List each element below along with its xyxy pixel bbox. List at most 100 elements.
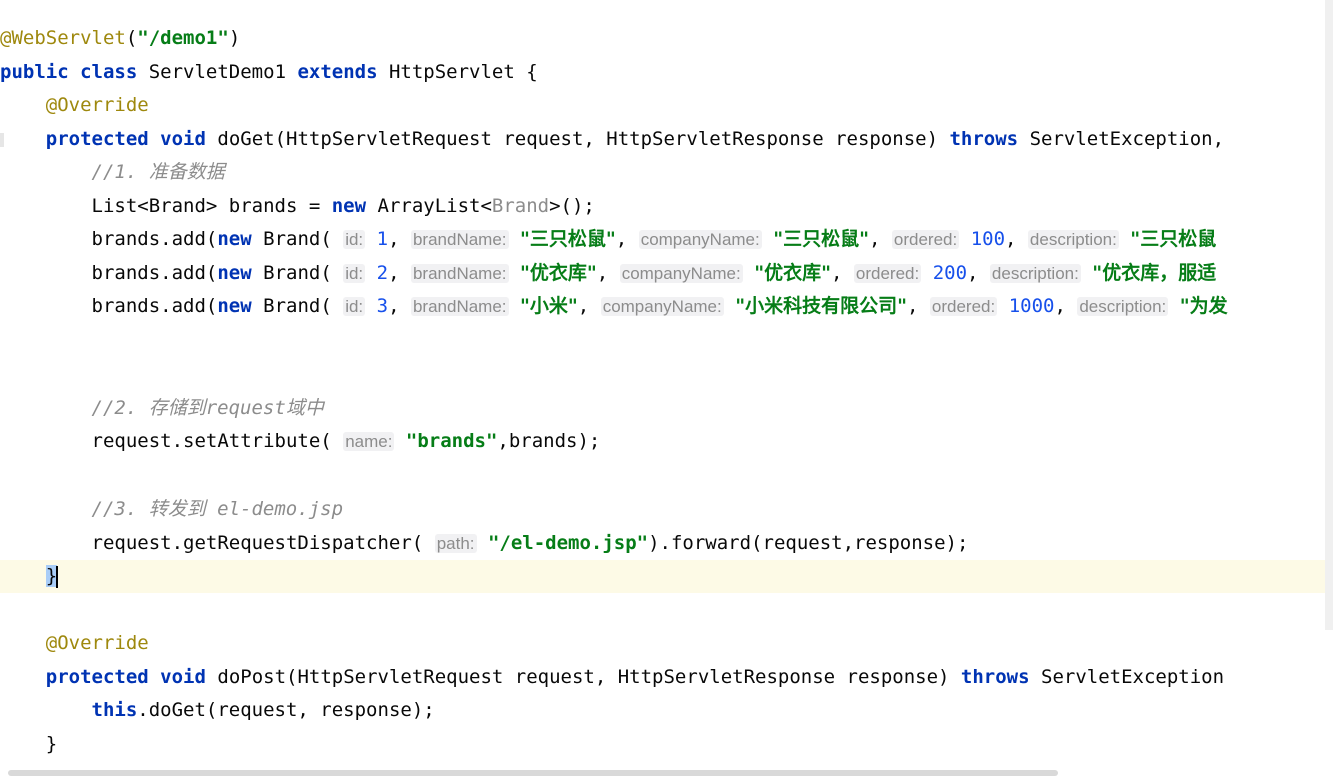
list-declaration: List<Brand> brands = [91, 195, 332, 217]
keyword-throws: throws [960, 666, 1030, 688]
keyword-throws: throws [949, 128, 1019, 150]
code-line-15[interactable]: //3. 转发到 el-demo.jsp [0, 493, 1333, 526]
call-prefix: brands.add( [91, 228, 218, 250]
code-line-1[interactable]: @WebServlet("/demo1") [0, 22, 1333, 55]
brand-id: 1 [376, 228, 389, 250]
code-line-5[interactable]: //1. 准备数据 [0, 156, 1333, 189]
code-line-3[interactable]: @Override [0, 89, 1333, 122]
call-prefix: brands.add( [91, 295, 218, 317]
statement-end: >(); [549, 195, 595, 217]
set-attribute-call: request.setAttribute( [91, 430, 344, 452]
code-line-21[interactable]: this.doGet(request, response); [0, 694, 1333, 727]
forward-path-string: "/el-demo.jsp" [487, 532, 649, 554]
comment-text: 域中 [285, 397, 324, 419]
param-hint-companyname: companyName: [600, 297, 724, 316]
horizontal-scrollbar[interactable] [8, 770, 1058, 776]
keyword-this: this [91, 699, 138, 721]
code-line-19[interactable]: @Override [0, 627, 1333, 660]
param-hint-ordered: ordered: [891, 230, 960, 249]
description: "为发 [1179, 295, 1228, 317]
code-line-16[interactable]: request.getRequestDispatcher( path: "/el… [0, 527, 1333, 560]
paren: ( [125, 27, 138, 49]
param-hint-brandname: brandName: [410, 264, 509, 283]
ordered-value: 100 [970, 228, 1006, 250]
attribute-name-string: "brands" [405, 430, 498, 452]
class-name: ServletDemo1 [137, 61, 298, 83]
keyword-public: public [0, 61, 69, 83]
dispatcher-call: request.getRequestDispatcher( [91, 532, 435, 554]
doget-call: .doGet(request, response); [137, 699, 435, 721]
param-hint-name: name: [343, 432, 395, 451]
keyword-new: new [217, 262, 252, 284]
comment-text: el-demo.jsp [205, 498, 344, 520]
keyword-new: new [217, 228, 252, 250]
code-line-6[interactable]: List<Brand> brands = new ArrayList<Brand… [0, 190, 1333, 223]
code-line-22[interactable]: } [0, 728, 1333, 761]
servlet-path-string: "/demo1" [137, 27, 229, 49]
paren: ) [228, 27, 241, 49]
brand-name: "小米" [519, 295, 578, 317]
fold-marker[interactable] [0, 133, 4, 147]
brand-id: 2 [376, 262, 389, 284]
param-hint-description: description: [989, 264, 1081, 283]
annotation-override: @Override [45, 632, 149, 654]
param-hint-id: id: [343, 230, 366, 249]
comment-text: request [205, 397, 286, 419]
closing-brace: } [45, 733, 58, 755]
param-hint-ordered: ordered: [853, 264, 922, 283]
code-line-2[interactable]: public class ServletDemo1 extends HttpSe… [0, 56, 1333, 89]
code-editor[interactable]: @WebServlet("/demo1") public class Servl… [0, 0, 1333, 778]
keyword-protected: protected [45, 666, 149, 688]
annotation-override: @Override [45, 94, 149, 116]
generic-type: Brand [491, 195, 550, 217]
param-hint-brandname: brandName: [410, 230, 509, 249]
param-hint-companyname: companyName: [638, 230, 762, 249]
brand-name: "优衣库" [519, 262, 597, 284]
ordered-value: 1000 [1008, 295, 1055, 317]
text-caret [56, 565, 59, 588]
keyword-protected: protected [45, 128, 149, 150]
forward-call: ).forward(request,response); [648, 532, 969, 554]
code-line-12[interactable]: //2. 存储到request域中 [0, 392, 1333, 425]
comment-text: 转发到 [148, 498, 206, 520]
keyword-void: void [160, 128, 206, 150]
code-line-20[interactable]: protected void doPost(HttpServletRequest… [0, 661, 1333, 694]
comment-prefix: //1. [91, 161, 149, 183]
parent-class: HttpServlet { [377, 61, 538, 83]
code-line-4[interactable]: protected void doGet(HttpServletRequest … [0, 123, 1333, 156]
code-line-7[interactable]: brands.add(new Brand( id: 1, brandName: … [0, 223, 1333, 256]
code-line-9[interactable]: brands.add(new Brand( id: 3, brandName: … [0, 290, 1333, 323]
code-line-17-current[interactable]: } [0, 560, 1333, 593]
company-name: "小米科技有限公司" [735, 295, 908, 317]
constructor: Brand( [251, 295, 344, 317]
vertical-scrollbar[interactable] [1325, 0, 1333, 630]
constructor: Brand( [251, 228, 344, 250]
keyword-new: new [331, 195, 367, 217]
comment-prefix: //2. [91, 397, 149, 419]
description: "三只松鼠 [1130, 228, 1217, 250]
param-hint-description: description: [1077, 297, 1169, 316]
code-line-8[interactable]: brands.add(new Brand( id: 2, brandName: … [0, 257, 1333, 290]
param-hint-brandname: brandName: [410, 297, 509, 316]
keyword-extends: extends [297, 61, 378, 83]
company-name: "三只松鼠" [773, 228, 870, 250]
comment-prefix: //3. [91, 498, 149, 520]
exception-type: ServletException, [1018, 128, 1225, 150]
param-hint-ordered: ordered: [929, 297, 998, 316]
param-hint-id: id: [343, 297, 366, 316]
param-hint-path: path: [434, 534, 477, 553]
exception-type: ServletException [1029, 666, 1225, 688]
arraylist-type: ArrayList< [366, 195, 492, 217]
param-hint-companyname: companyName: [619, 264, 743, 283]
statement-end: ,brands); [497, 430, 601, 452]
keyword-new: new [217, 295, 252, 317]
code-line-13[interactable]: request.setAttribute( name: "brands",bra… [0, 425, 1333, 458]
brand-id: 3 [376, 295, 389, 317]
param-hint-id: id: [343, 264, 366, 283]
param-hint-description: description: [1027, 230, 1119, 249]
comment-text: 存储到 [148, 397, 206, 419]
ordered-value: 200 [932, 262, 968, 284]
keyword-void: void [160, 666, 206, 688]
method-signature: doPost(HttpServletRequest request, HttpS… [205, 666, 961, 688]
constructor: Brand( [251, 262, 344, 284]
